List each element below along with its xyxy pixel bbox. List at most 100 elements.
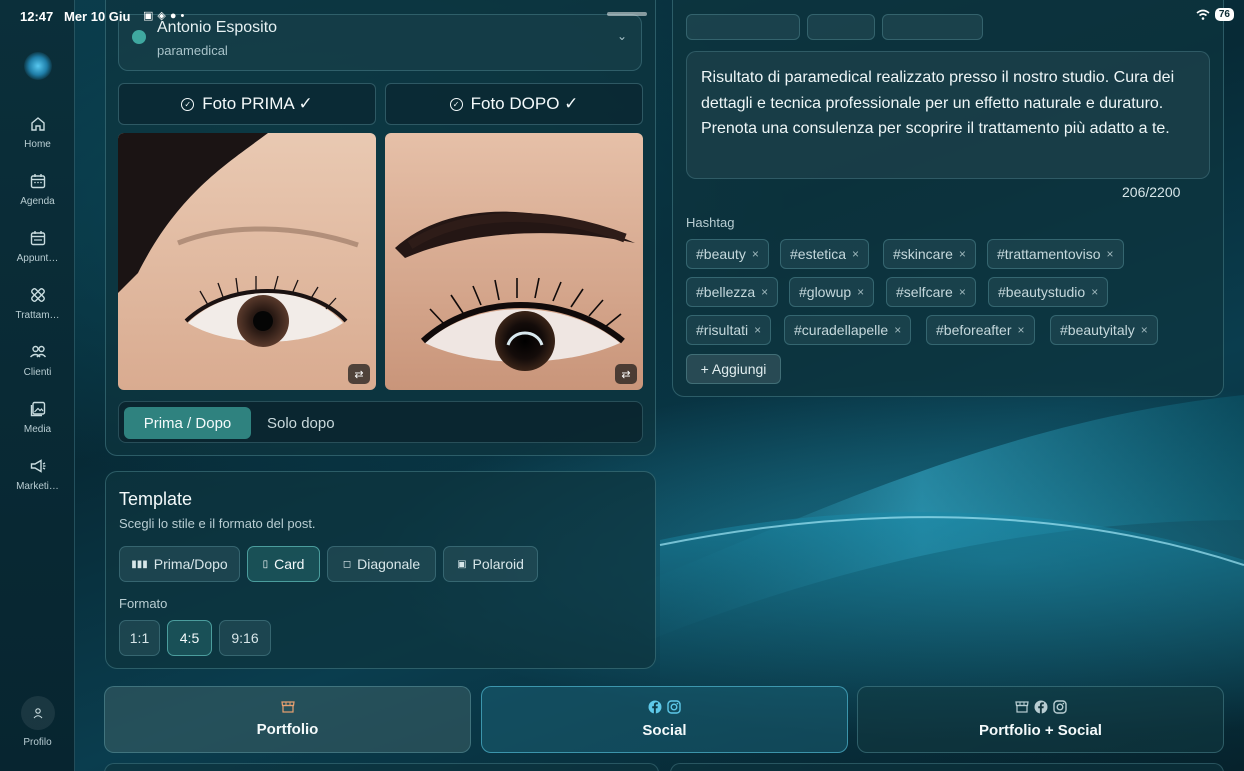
close-icon[interactable]: × bbox=[761, 285, 768, 299]
mode-before-after[interactable]: Prima / Dopo bbox=[124, 407, 251, 439]
template-polaroid[interactable]: ▣ Polaroid bbox=[443, 546, 538, 582]
next-panel-edge bbox=[670, 763, 1224, 771]
multitask-handle[interactable] bbox=[607, 12, 647, 16]
sidebar-item-marketing[interactable]: Marketi… bbox=[0, 457, 75, 492]
dot-icon: • bbox=[180, 9, 185, 22]
hashtag-chip[interactable]: #curadellapelle × bbox=[784, 315, 912, 345]
character-counter: 206/2200 bbox=[1122, 184, 1181, 200]
sidebar-item-home[interactable]: Home bbox=[0, 115, 75, 150]
format-1-1[interactable]: 1:1 bbox=[119, 620, 160, 656]
template-prima-dopo[interactable]: ▮▮▮ Prima/Dopo bbox=[119, 546, 240, 582]
hashtag-text: #beforeafter bbox=[936, 322, 1012, 338]
client-treatment: paramedical bbox=[157, 43, 228, 58]
hashtag-chip[interactable]: #beforeafter × bbox=[926, 315, 1035, 345]
mode-after-only[interactable]: Solo dopo bbox=[267, 407, 335, 439]
hashtag-text: #beautystudio bbox=[998, 284, 1086, 300]
close-icon[interactable]: × bbox=[959, 285, 966, 299]
close-icon[interactable]: × bbox=[754, 323, 761, 337]
hashtag-text: #beautyitaly bbox=[1060, 322, 1135, 338]
close-icon[interactable]: × bbox=[1091, 285, 1098, 299]
calendar-icon bbox=[30, 174, 45, 189]
publish-social-label: Social bbox=[642, 722, 687, 739]
swap-icon[interactable]: ⇄ bbox=[348, 364, 370, 384]
template-diagonale[interactable]: ◻ Diagonale bbox=[327, 546, 436, 582]
split-columns-icon: ▮▮▮ bbox=[131, 558, 148, 570]
caption-textarea[interactable]: Risultato di paramedical realizzato pres… bbox=[686, 51, 1210, 179]
media-icon bbox=[30, 401, 45, 417]
hashtag-chip[interactable]: #skincare × bbox=[883, 239, 976, 269]
status-right: 76 bbox=[1196, 8, 1234, 21]
close-icon[interactable]: × bbox=[1107, 247, 1114, 261]
before-eye-image bbox=[118, 133, 376, 390]
hashtag-chip[interactable]: #estetica × bbox=[780, 239, 870, 269]
sidebar-item-profilo[interactable]: Profilo bbox=[0, 696, 75, 748]
template-label: Prima/Dopo bbox=[153, 556, 228, 572]
close-icon[interactable]: × bbox=[1018, 323, 1025, 337]
template-panel: Template Scegli lo stile e il formato de… bbox=[105, 471, 656, 669]
after-eye-image bbox=[385, 133, 643, 390]
before-photo-label: Foto PRIMA ✓ bbox=[202, 94, 313, 113]
sidebar-item-media[interactable]: Media bbox=[0, 400, 75, 435]
sidebar-item-label: Home bbox=[24, 139, 51, 150]
format-9-16[interactable]: 9:16 bbox=[219, 620, 271, 656]
clients-icon bbox=[29, 345, 46, 358]
sidebar-item-trattamenti[interactable]: Trattam… bbox=[0, 286, 75, 321]
template-label: Polaroid bbox=[472, 556, 524, 572]
profile-label: Profilo bbox=[23, 737, 52, 748]
hashtag-text: #curadellapelle bbox=[794, 322, 889, 338]
sidebar-item-label: Marketi… bbox=[16, 481, 59, 492]
hashtag-chip[interactable]: #risultati × bbox=[686, 315, 772, 345]
store-icon bbox=[1014, 701, 1029, 713]
after-photo-button[interactable]: ✓ Foto DOPO ✓ bbox=[385, 83, 643, 125]
hashtag-chip[interactable]: #beauty × bbox=[686, 239, 769, 269]
hashtag-text: #bellezza bbox=[696, 284, 756, 300]
close-icon[interactable]: × bbox=[752, 247, 759, 261]
sidebar-item-clienti[interactable]: Clienti bbox=[0, 343, 75, 378]
format-4-5[interactable]: 4:5 bbox=[167, 620, 212, 656]
app-logo bbox=[24, 52, 52, 80]
megaphone-icon bbox=[30, 459, 45, 473]
format-label: Formato bbox=[119, 596, 168, 611]
template-card[interactable]: ▯ Card bbox=[247, 546, 320, 582]
hashtag-chip[interactable]: #glowup × bbox=[789, 277, 875, 307]
before-photo-button[interactable]: ✓ Foto PRIMA ✓ bbox=[118, 83, 376, 125]
hashtag-text: #skincare bbox=[893, 246, 953, 262]
hashtag-chip[interactable]: #bellezza × bbox=[686, 277, 779, 307]
instagram-icon bbox=[667, 700, 681, 714]
publish-portfolio-button[interactable]: Portfolio bbox=[104, 686, 471, 753]
facebook-icon bbox=[648, 700, 662, 714]
close-icon[interactable]: × bbox=[894, 323, 901, 337]
sidebar-item-agenda[interactable]: Agenda bbox=[0, 172, 75, 207]
publish-portfolio-label: Portfolio bbox=[256, 721, 319, 738]
sidebar-item-label: Agenda bbox=[20, 196, 55, 207]
swap-icon[interactable]: ⇄ bbox=[615, 364, 637, 384]
hashtag-chip[interactable]: #selfcare × bbox=[886, 277, 976, 307]
sidebar-item-label: Appunt… bbox=[16, 253, 59, 264]
account-icon: ● bbox=[169, 9, 177, 22]
sidebar-item-label: Media bbox=[23, 424, 52, 435]
close-icon[interactable]: × bbox=[959, 247, 966, 261]
publish-both-label: Portfolio + Social bbox=[979, 722, 1102, 739]
close-icon[interactable]: × bbox=[857, 285, 864, 299]
store-icon bbox=[280, 701, 295, 713]
publish-both-button[interactable]: Portfolio + Social bbox=[857, 686, 1224, 753]
instagram-icon bbox=[1052, 700, 1067, 714]
publish-social-button[interactable]: Social bbox=[481, 686, 848, 753]
hashtag-text: #selfcare bbox=[896, 284, 953, 300]
after-photo[interactable]: ⇄ bbox=[385, 133, 643, 390]
facebook-icon bbox=[1034, 700, 1047, 714]
view-mode-toggle: Prima / Dopo Solo dopo bbox=[118, 401, 643, 443]
next-panel-edge bbox=[104, 763, 659, 771]
appointments-icon bbox=[30, 231, 45, 246]
close-icon[interactable]: × bbox=[852, 247, 859, 261]
hashtag-chip[interactable]: #beautystudio × bbox=[988, 277, 1109, 307]
before-photo[interactable]: ⇄ bbox=[118, 133, 376, 390]
hashtag-chip[interactable]: #beautyitaly × bbox=[1050, 315, 1158, 345]
close-icon[interactable]: × bbox=[1141, 323, 1148, 337]
add-hashtag-button[interactable]: + Aggiungi bbox=[686, 354, 781, 384]
template-label: Diagonale bbox=[357, 556, 421, 572]
sidebar-item-appuntamenti[interactable]: Appunt… bbox=[0, 229, 75, 264]
app-icon: ◈ bbox=[157, 10, 166, 22]
hashtag-chip[interactable]: #trattamentoviso × bbox=[987, 239, 1124, 269]
sidebar: Home Agenda Appunt… Trattam… Clienti Med… bbox=[0, 0, 75, 771]
